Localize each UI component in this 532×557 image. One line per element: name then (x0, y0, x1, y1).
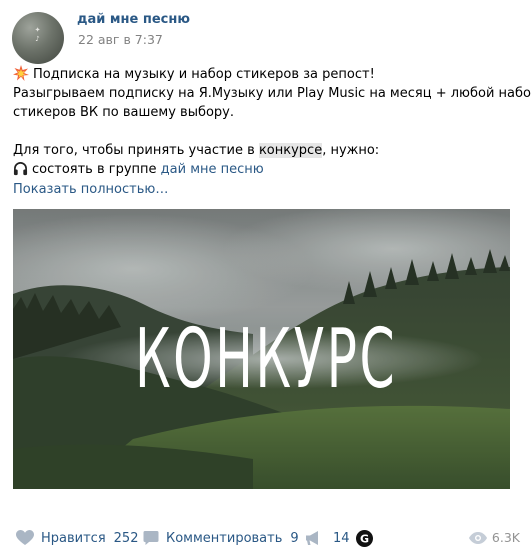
heart-icon (16, 530, 34, 545)
share-count: 14 (333, 530, 350, 546)
views-count: 6.3K (491, 530, 520, 545)
avatar-logo: ✦ ♪ (34, 26, 42, 43)
headphones-icon (13, 162, 28, 176)
post-date[interactable]: 22 авг в 7:37 (78, 32, 163, 47)
comment-label: Комментировать (166, 530, 283, 546)
post-line-1: Подписка на музыку и набор стикеров за р… (33, 67, 375, 82)
show-more-link[interactable]: Показать полностью… (13, 182, 168, 197)
svg-text:G: G (360, 533, 369, 546)
forest-image: КОНКУРС (13, 209, 510, 489)
like-count: 252 (113, 530, 139, 546)
post-line-2: Разыгрываем подписку на Я.Музыку или Pla… (13, 86, 532, 101)
group-link[interactable]: дай мне песню (161, 162, 264, 177)
post-text: Подписка на музыку и набор стикеров за р… (13, 65, 532, 179)
comment-count: 9 (290, 530, 299, 546)
post-photo[interactable]: КОНКУРС (13, 209, 510, 489)
like-label: Нравится (41, 530, 106, 546)
post-line-6-start: состоять в группе (32, 162, 161, 177)
contest-title-overlay: КОНКУРС (135, 312, 397, 407)
avatar[interactable]: ✦ ♪ (12, 12, 64, 64)
post-line-3: стикеров ВК по вашему выбору. (13, 105, 235, 120)
views-counter: 6.3K (468, 530, 520, 545)
g-logo-icon: G (356, 530, 373, 547)
g-badge[interactable]: G (356, 530, 373, 547)
collision-icon (13, 65, 29, 81)
comment-icon (143, 531, 159, 545)
share-button[interactable]: 14 (305, 530, 350, 546)
eye-icon (468, 531, 487, 544)
post-actions: Нравится 252 Комментировать 9 14 G 6.3K (0, 518, 532, 557)
like-button[interactable]: Нравится 252 (16, 530, 138, 546)
post-line-5-start: Для того, чтобы принять участие в (13, 143, 259, 158)
comment-button[interactable]: Комментировать 9 (143, 530, 299, 546)
megaphone-icon (306, 531, 318, 545)
contest-highlight: конкурсе (258, 143, 323, 158)
post-line-5-end: , нужно: (322, 143, 380, 158)
author-name[interactable]: дай мне песню (77, 12, 190, 27)
